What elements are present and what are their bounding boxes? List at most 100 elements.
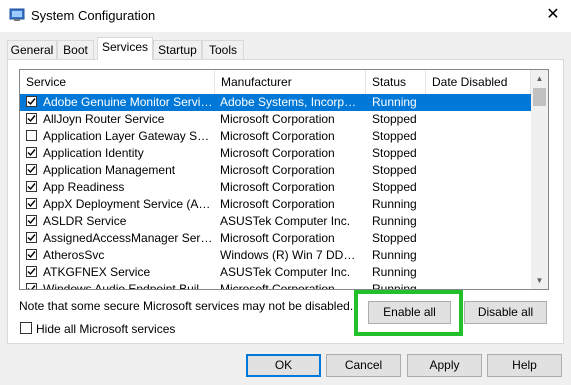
service-name-cell: Application Layer Gateway Service — [43, 129, 213, 143]
service-checkbox[interactable] — [26, 198, 37, 209]
table-row[interactable]: App Readiness Microsoft Corporation Stoppe… — [20, 179, 531, 196]
service-name-cell: Windows Audio Endpoint Builder — [43, 282, 213, 290]
manufacturer-cell: Microsoft Corporation — [220, 163, 335, 177]
service-checkbox[interactable] — [26, 181, 37, 192]
manufacturer-cell: ASUSTek Computer Inc. — [220, 214, 351, 228]
tab-services[interactable]: Services — [97, 37, 153, 60]
enable-all-button[interactable]: Enable all — [368, 301, 451, 324]
tab-label: Startup — [158, 43, 197, 57]
close-button[interactable]: ✕ — [538, 2, 568, 28]
status-cell: Running — [372, 197, 417, 211]
manufacturer-cell: Microsoft Corporation — [220, 231, 335, 245]
tab-startup[interactable]: Startup — [153, 40, 202, 59]
service-name-cell: App Readiness — [43, 180, 125, 194]
table-row[interactable]: AtherosSvc Windows (R) Win 7 DDK pr... Run… — [20, 247, 531, 264]
service-checkbox[interactable] — [26, 147, 37, 158]
column-header-status[interactable]: Status — [366, 70, 426, 94]
manufacturer-cell: Microsoft Corporation — [220, 129, 335, 143]
scroll-up-arrow-icon[interactable]: ▲ — [531, 70, 548, 87]
manufacturer-cell: Windows (R) Win 7 DDK pr... — [220, 248, 362, 262]
cancel-label: Cancel — [344, 358, 383, 372]
service-name-cell: ASLDR Service — [43, 214, 127, 228]
service-name-cell: Application Identity — [43, 146, 144, 160]
tab-boot[interactable]: Boot — [57, 40, 94, 59]
service-checkbox[interactable] — [26, 113, 37, 124]
date-disabled-cell — [432, 111, 527, 128]
service-checkbox[interactable] — [26, 249, 37, 260]
cancel-button[interactable]: Cancel — [326, 354, 401, 377]
service-checkbox[interactable] — [26, 130, 37, 141]
tab-tools[interactable]: Tools — [202, 40, 244, 59]
status-cell: Running — [372, 214, 417, 228]
manufacturer-cell: Microsoft Corporation — [220, 180, 335, 194]
tab-general[interactable]: General — [7, 40, 57, 59]
date-disabled-cell — [432, 230, 527, 247]
manufacturer-cell: ASUSTek Computer Inc. — [220, 265, 351, 279]
service-name-cell: Application Management — [43, 163, 176, 177]
service-name-cell: ATKGFNEX Service — [43, 265, 151, 279]
service-checkbox[interactable] — [26, 283, 37, 289]
hide-microsoft-services-checkbox[interactable] — [20, 322, 32, 334]
secure-services-note: Note that some secure Microsoft services… — [19, 299, 354, 313]
table-row[interactable]: Application Layer Gateway Service Microso… — [20, 128, 531, 145]
table-row[interactable]: Application Identity Microsoft Corporatio… — [20, 145, 531, 162]
disable-all-label: Disable all — [477, 305, 534, 319]
services-list[interactable]: Service Manufacturer Status Date Disable… — [19, 69, 549, 290]
table-row[interactable]: Windows Audio Endpoint Builder Microsoft … — [20, 281, 531, 290]
date-disabled-cell — [432, 128, 527, 145]
close-icon: ✕ — [546, 6, 560, 23]
tab-label: Boot — [63, 43, 88, 57]
enable-all-label: Enable all — [383, 305, 436, 319]
date-disabled-cell — [432, 179, 527, 196]
service-name-cell: AtherosSvc — [43, 248, 105, 262]
status-cell: Stopped — [372, 146, 417, 160]
date-disabled-cell — [432, 247, 527, 264]
date-disabled-cell — [432, 196, 527, 213]
table-row[interactable]: AssignedAccessManager Service Microsoft C… — [20, 230, 531, 247]
column-header-service[interactable]: Service — [20, 70, 215, 94]
date-disabled-cell — [432, 281, 527, 289]
disable-all-button[interactable]: Disable all — [464, 301, 547, 324]
manufacturer-cell: Microsoft Corporation — [220, 146, 335, 160]
help-label: Help — [512, 358, 537, 372]
service-name-cell: AppX Deployment Service (AppX... — [43, 197, 213, 211]
table-row[interactable]: Adobe Genuine Monitor Service Adobe Syste… — [20, 94, 531, 111]
tab-label: General — [10, 43, 54, 57]
table-row[interactable]: ASLDR Service ASUSTek Computer Inc. Runnin… — [20, 213, 531, 230]
service-checkbox[interactable] — [26, 232, 37, 243]
service-name-cell: AssignedAccessManager Service — [43, 231, 213, 245]
service-checkbox[interactable] — [26, 215, 37, 226]
service-checkbox[interactable] — [26, 96, 37, 107]
vertical-scrollbar[interactable]: ▲ ▼ — [531, 70, 548, 289]
status-cell: Stopped — [372, 163, 417, 177]
column-header-manufacturer[interactable]: Manufacturer — [215, 70, 366, 94]
ok-button[interactable]: OK — [246, 354, 321, 377]
apply-button[interactable]: Apply — [407, 354, 482, 377]
system-config-app-icon — [9, 8, 25, 21]
service-name-cell: Adobe Genuine Monitor Service — [43, 95, 213, 109]
manufacturer-cell: Microsoft Corporation — [220, 112, 335, 126]
tab-label: Services — [101, 40, 148, 54]
service-checkbox[interactable] — [26, 164, 37, 175]
table-row[interactable]: AllJoyn Router Service Microsoft Corporat… — [20, 111, 531, 128]
status-cell: Stopped — [372, 231, 417, 245]
service-checkbox[interactable] — [26, 266, 37, 277]
scroll-down-arrow-icon[interactable]: ▼ — [531, 272, 548, 289]
hide-microsoft-services-label[interactable]: Hide all Microsoft services — [36, 322, 175, 336]
window-title: System Configuration — [31, 8, 156, 23]
status-cell: Stopped — [372, 129, 417, 143]
column-header-date-disabled[interactable]: Date Disabled — [426, 70, 531, 94]
table-row[interactable]: AppX Deployment Service (AppX... Microsof… — [20, 196, 531, 213]
service-name-cell: AllJoyn Router Service — [43, 112, 165, 126]
manufacturer-cell: Microsoft Corporation — [220, 197, 335, 211]
scroll-thumb[interactable] — [533, 88, 546, 106]
table-row[interactable]: ATKGFNEX Service ASUSTek Computer Inc. Run… — [20, 264, 531, 281]
manufacturer-cell: Adobe Systems, Incorpora... — [220, 95, 362, 109]
tab-label: Tools — [208, 43, 237, 57]
date-disabled-cell — [432, 162, 527, 179]
date-disabled-cell — [432, 94, 527, 111]
apply-label: Apply — [429, 358, 460, 372]
table-row[interactable]: Application Management Microsoft Corporat… — [20, 162, 531, 179]
help-button[interactable]: Help — [487, 354, 562, 377]
status-cell: Stopped — [372, 180, 417, 194]
